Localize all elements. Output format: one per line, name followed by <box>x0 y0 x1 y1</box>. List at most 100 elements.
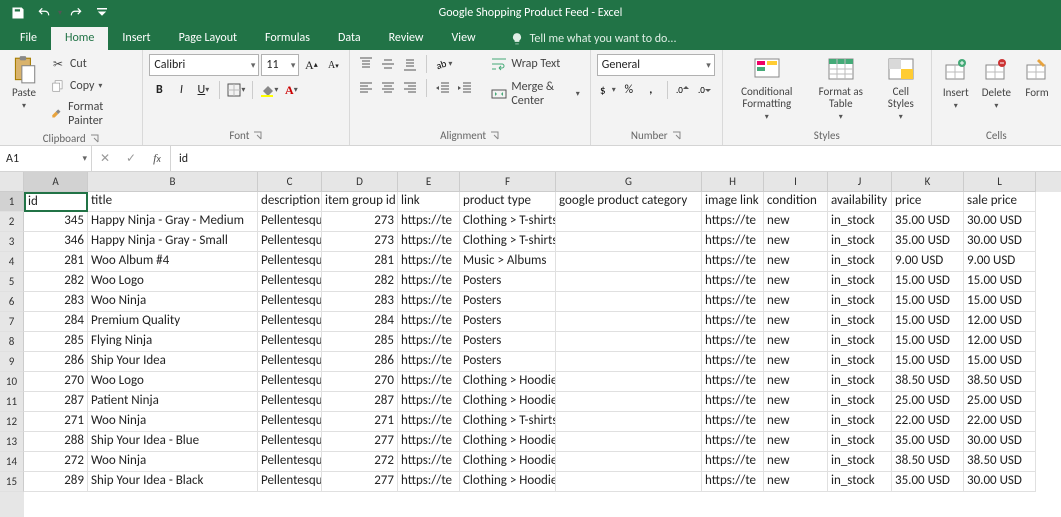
cell[interactable]: price <box>892 192 964 212</box>
cell[interactable] <box>556 452 702 472</box>
undo-dropdown-icon[interactable]: ▾ <box>58 8 62 18</box>
font-color-button[interactable]: A▾ <box>281 80 301 100</box>
cut-button[interactable]: ✂Cut <box>46 54 136 74</box>
cell[interactable]: new <box>764 352 828 372</box>
cell[interactable]: https://te <box>702 212 764 232</box>
cell[interactable]: 271 <box>322 412 398 432</box>
cell[interactable]: 271 <box>24 412 88 432</box>
tab-review[interactable]: Review <box>375 27 438 50</box>
column-header-C[interactable]: C <box>258 172 322 192</box>
cell[interactable]: 346 <box>24 232 88 252</box>
cell[interactable]: Happy Ninja - Gray - Medium <box>88 212 258 232</box>
cell[interactable]: 273 <box>322 212 398 232</box>
cell[interactable]: in_stock <box>828 212 892 232</box>
cell[interactable]: Clothing > T-shirts <box>460 232 556 252</box>
cell[interactable]: 285 <box>24 332 88 352</box>
cell[interactable]: Pellentesque <box>258 252 322 272</box>
font-name-combo[interactable]: Calibri <box>149 54 259 76</box>
row-header-10[interactable]: 10 <box>0 372 24 392</box>
cell[interactable]: 35.00 USD <box>892 212 964 232</box>
cell[interactable]: 25.00 USD <box>892 392 964 412</box>
cell[interactable]: product type <box>460 192 556 212</box>
cell[interactable]: 270 <box>322 372 398 392</box>
cell[interactable]: in_stock <box>828 372 892 392</box>
decrease-font-button[interactable]: A▾ <box>323 55 343 75</box>
cell[interactable]: in_stock <box>828 432 892 452</box>
row-header-9[interactable]: 9 <box>0 352 24 372</box>
column-header-I[interactable]: I <box>764 172 828 192</box>
cell[interactable]: 286 <box>24 352 88 372</box>
tab-data[interactable]: Data <box>324 27 375 50</box>
cell[interactable]: 286 <box>322 352 398 372</box>
cell[interactable]: condition <box>764 192 828 212</box>
cell[interactable]: title <box>88 192 258 212</box>
cell[interactable]: https://te <box>702 232 764 252</box>
column-header-K[interactable]: K <box>892 172 964 192</box>
cell[interactable]: sale price <box>964 192 1036 212</box>
decrease-decimal-button[interactable]: .0 <box>696 80 716 100</box>
alignment-dialog-launcher[interactable] <box>490 131 500 141</box>
cell[interactable] <box>556 232 702 252</box>
cell[interactable]: Patient Ninja <box>88 392 258 412</box>
cell[interactable]: 345 <box>24 212 88 232</box>
tab-file[interactable]: File <box>6 27 51 50</box>
cell[interactable]: https://te <box>398 472 460 492</box>
cell[interactable]: Posters <box>460 312 556 332</box>
save-button[interactable] <box>6 2 30 24</box>
cell[interactable]: 282 <box>322 272 398 292</box>
cell[interactable]: Flying Ninja <box>88 332 258 352</box>
cell[interactable]: new <box>764 452 828 472</box>
cell[interactable]: 38.50 USD <box>964 372 1036 392</box>
cell[interactable]: description <box>258 192 322 212</box>
cell[interactable]: Pellentesque <box>258 412 322 432</box>
cell[interactable]: 277 <box>322 472 398 492</box>
row-header-5[interactable]: 5 <box>0 272 24 292</box>
cell[interactable]: Woo Logo <box>88 272 258 292</box>
cell[interactable] <box>556 272 702 292</box>
cell[interactable]: 30.00 USD <box>964 232 1036 252</box>
align-bottom-button[interactable] <box>400 54 420 74</box>
cell[interactable]: Ship Your Idea - Black <box>88 472 258 492</box>
cell[interactable]: Clothing > T-shirts <box>460 412 556 432</box>
cell[interactable]: new <box>764 412 828 432</box>
format-as-table-button[interactable]: Format as Table▾ <box>809 54 873 124</box>
column-header-L[interactable]: L <box>964 172 1036 192</box>
cell[interactable]: https://te <box>702 432 764 452</box>
cell[interactable]: https://te <box>398 312 460 332</box>
column-header-A[interactable]: A <box>24 172 88 192</box>
number-format-combo[interactable]: General <box>597 54 715 76</box>
cell[interactable]: new <box>764 332 828 352</box>
cell[interactable]: new <box>764 432 828 452</box>
cell[interactable]: https://te <box>398 232 460 252</box>
qat-customize-icon[interactable] <box>90 2 114 24</box>
cell[interactable]: Woo Ninja <box>88 292 258 312</box>
row-header-4[interactable]: 4 <box>0 252 24 272</box>
cell[interactable] <box>556 292 702 312</box>
cell[interactable]: https://te <box>702 412 764 432</box>
cell[interactable]: Pellentesque <box>258 272 322 292</box>
enter-formula-button[interactable]: ✓ <box>118 151 144 166</box>
cell[interactable]: 284 <box>24 312 88 332</box>
cell[interactable] <box>556 312 702 332</box>
cell[interactable]: Pellentesque <box>258 472 322 492</box>
cell[interactable]: 15.00 USD <box>892 312 964 332</box>
name-box[interactable]: A1 <box>0 146 92 171</box>
cell[interactable]: 38.50 USD <box>892 452 964 472</box>
cell[interactable]: new <box>764 312 828 332</box>
cell[interactable]: 22.00 USD <box>892 412 964 432</box>
cell[interactable] <box>556 352 702 372</box>
cell[interactable]: Ship Your Idea <box>88 352 258 372</box>
undo-button[interactable] <box>32 2 56 24</box>
cell[interactable]: https://te <box>702 332 764 352</box>
cell[interactable]: Premium Quality <box>88 312 258 332</box>
cell[interactable]: google product category <box>556 192 702 212</box>
wrap-text-button[interactable]: Wrap Text <box>487 54 583 74</box>
cell[interactable]: availability <box>828 192 892 212</box>
orientation-button[interactable]: ab▾ <box>433 54 453 74</box>
row-header-11[interactable]: 11 <box>0 392 24 412</box>
cell[interactable]: in_stock <box>828 332 892 352</box>
select-all-corner[interactable] <box>0 172 24 192</box>
format-cells-button[interactable]: Form <box>1019 54 1055 101</box>
cell[interactable]: Pellentesque <box>258 292 322 312</box>
cell[interactable]: in_stock <box>828 452 892 472</box>
